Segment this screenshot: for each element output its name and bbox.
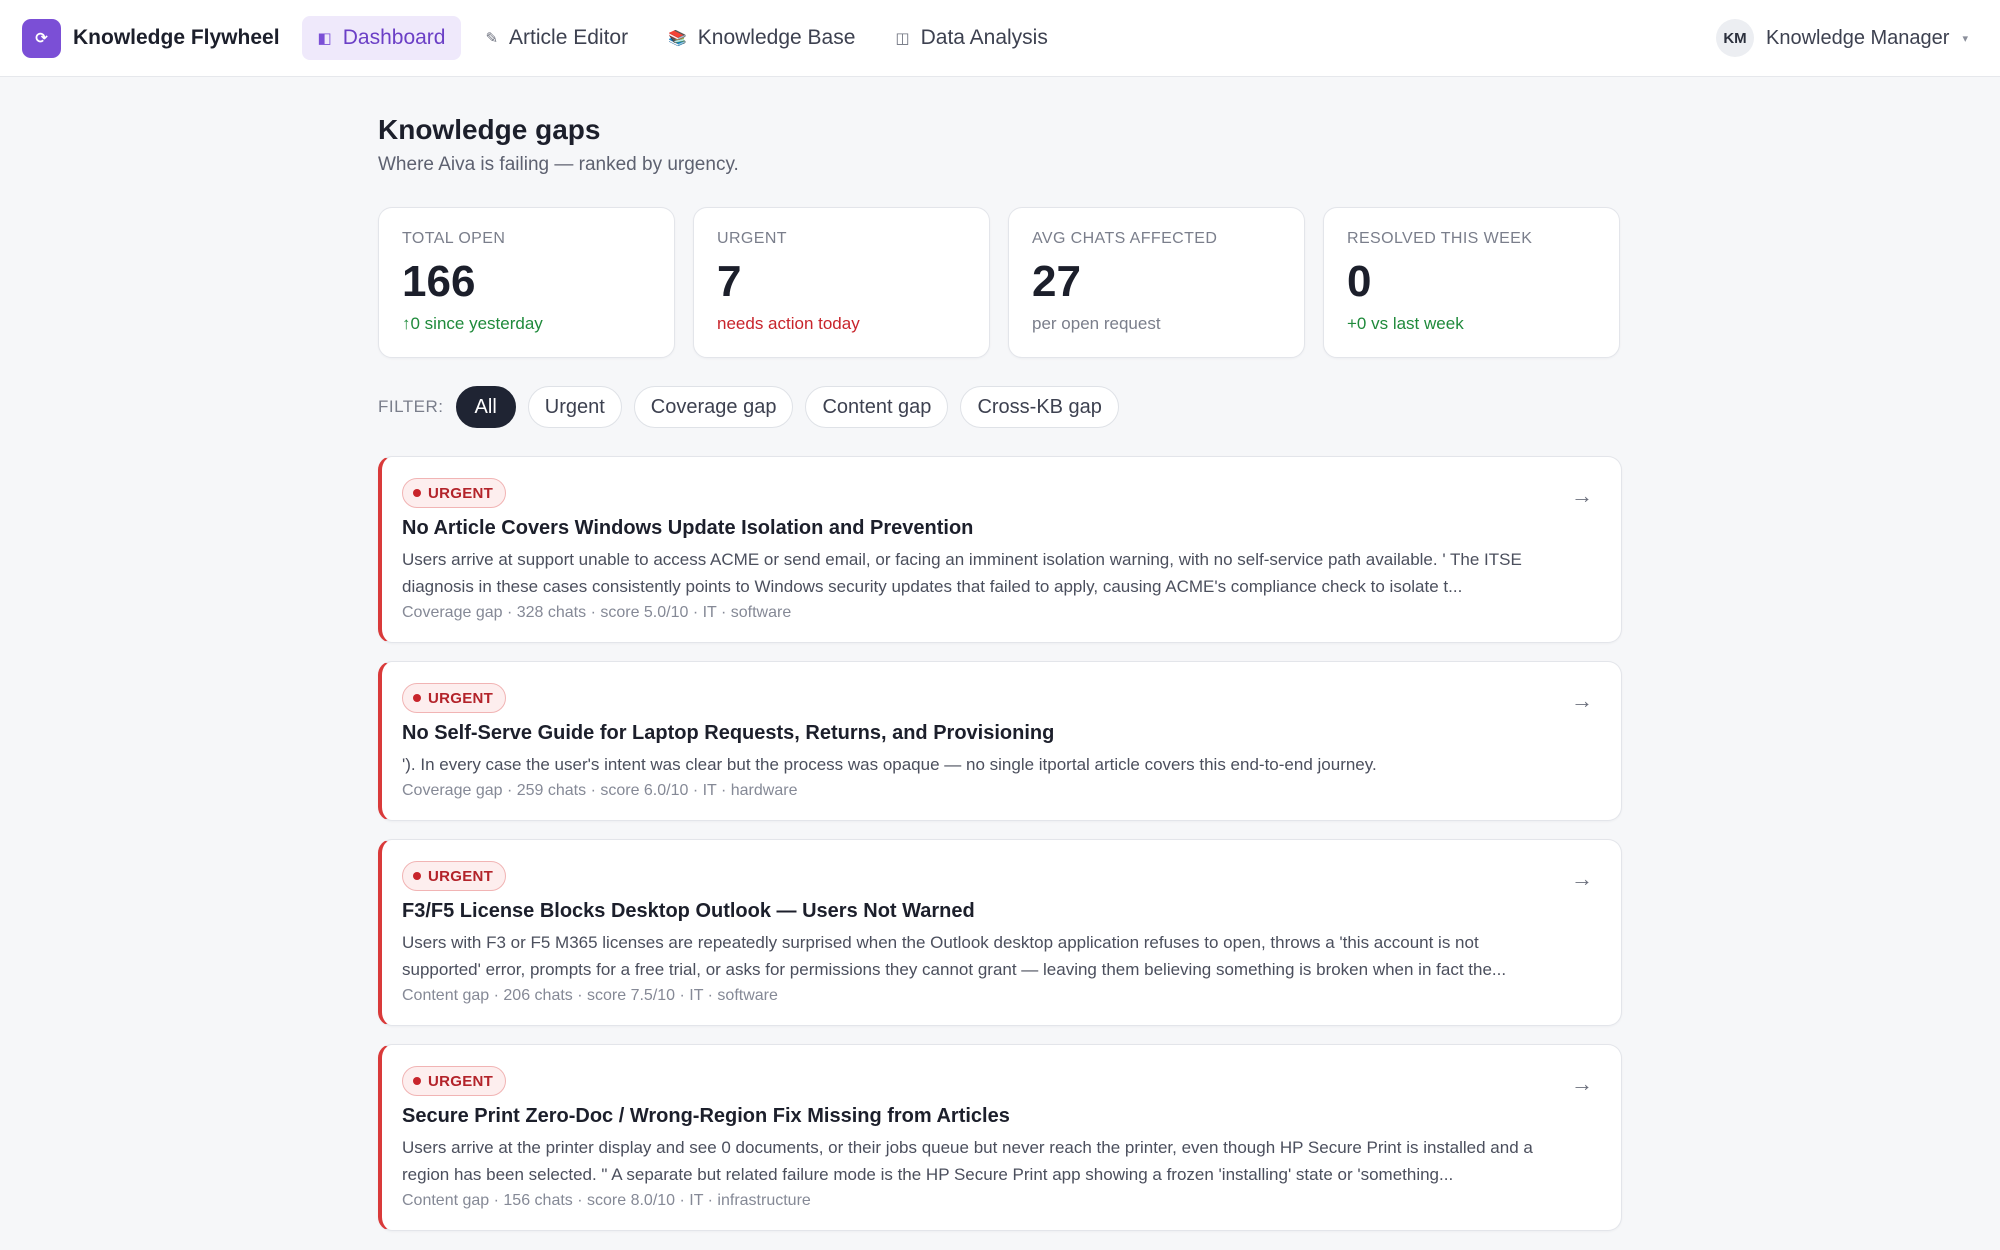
avatar: KM bbox=[1716, 19, 1754, 57]
arrow-right-icon[interactable]: → bbox=[1571, 688, 1593, 714]
app-logo-icon: ⟳ bbox=[22, 18, 61, 58]
stat-value: 27 bbox=[1032, 257, 1081, 306]
gap-card[interactable]: URGENT No Self-Serve Guide for Laptop Re… bbox=[378, 661, 1622, 821]
badge-label: URGENT bbox=[428, 484, 494, 502]
user-name: Knowledge Manager bbox=[1766, 26, 1950, 49]
filter-chip-coverage-gap[interactable]: Coverage gap bbox=[633, 386, 794, 428]
stat-note: ↑0 since yesterday bbox=[402, 314, 543, 333]
badge-label: URGENT bbox=[428, 1072, 494, 1090]
filter-chip-all[interactable]: All bbox=[455, 386, 516, 428]
stat-card-urgent: URGENT 7 needs action today bbox=[693, 207, 990, 358]
nav-item-article-editor[interactable]: ✎ Article Editor bbox=[469, 16, 644, 60]
brand[interactable]: ⟳ Knowledge Flywheel bbox=[22, 18, 280, 58]
stat-card-avg-chats-affected: AVG CHATS AFFECTED 27 per open request bbox=[1008, 207, 1305, 358]
stat-note: needs action today bbox=[717, 314, 860, 333]
gap-meta: Content gap · 206 chats · score 7.5/10 ·… bbox=[402, 987, 778, 1004]
gap-description: Users arrive at support unable to access… bbox=[402, 550, 1522, 596]
dot-icon bbox=[413, 1077, 421, 1085]
arrow-right-icon[interactable]: → bbox=[1571, 866, 1593, 892]
gap-description: Users with F3 or F5 M365 licenses are re… bbox=[402, 933, 1507, 979]
filter-chip-urgent[interactable]: Urgent bbox=[527, 386, 622, 428]
stat-label: AVG CHATS AFFECTED bbox=[1032, 230, 1218, 247]
gap-title: Secure Print Zero-Doc / Wrong-Region Fix… bbox=[402, 1105, 1010, 1127]
gap-title: No Article Covers Windows Update Isolati… bbox=[402, 517, 974, 539]
gap-card[interactable]: URGENT No Article Covers Windows Update … bbox=[378, 456, 1622, 643]
gap-list: URGENT No Article Covers Windows Update … bbox=[378, 456, 1622, 1231]
books-icon: 📚 bbox=[668, 30, 687, 47]
chevron-down-icon: ▾ bbox=[1962, 32, 1968, 45]
dashboard-icon: ◧ bbox=[317, 30, 332, 47]
nav-item-label: Dashboard bbox=[342, 26, 446, 49]
nav-item-data-analysis[interactable]: ◫ Data Analysis bbox=[879, 16, 1063, 60]
stat-value: 7 bbox=[717, 257, 742, 306]
urgent-badge: URGENT bbox=[402, 683, 507, 713]
gap-card[interactable]: URGENT F3/F5 License Blocks Desktop Outl… bbox=[378, 839, 1622, 1026]
dot-icon bbox=[413, 694, 421, 702]
gap-title: No Self-Serve Guide for Laptop Requests,… bbox=[402, 722, 1055, 744]
stat-label: RESOLVED THIS WEEK bbox=[1347, 230, 1533, 247]
dot-icon bbox=[413, 872, 421, 880]
filter-chip-content-gap[interactable]: Content gap bbox=[805, 386, 949, 428]
main-nav: ◧ Dashboard ✎ Article Editor 📚 Knowledge… bbox=[301, 16, 1064, 60]
filter-bar: FILTER: All Urgent Coverage gap Content … bbox=[378, 386, 1622, 428]
arrow-right-icon[interactable]: → bbox=[1571, 483, 1593, 509]
stat-value: 166 bbox=[402, 257, 476, 306]
gap-meta: Content gap · 156 chats · score 8.0/10 ·… bbox=[402, 1192, 811, 1209]
stats-row: TOTAL OPEN 166 ↑0 since yesterday URGENT… bbox=[378, 207, 1622, 358]
stat-label: URGENT bbox=[717, 230, 787, 247]
urgent-badge: URGENT bbox=[402, 1066, 507, 1096]
nav-item-knowledge-base[interactable]: 📚 Knowledge Base bbox=[652, 16, 871, 60]
badge-label: URGENT bbox=[428, 867, 494, 885]
stat-label: TOTAL OPEN bbox=[402, 230, 506, 247]
gap-meta: Coverage gap · 328 chats · score 5.0/10 … bbox=[402, 604, 792, 621]
nav-item-dashboard[interactable]: ◧ Dashboard bbox=[301, 16, 462, 60]
nav-item-label: Article Editor bbox=[509, 26, 629, 49]
stat-note: +0 vs last week bbox=[1347, 314, 1464, 333]
pencil-icon: ✎ bbox=[485, 30, 499, 47]
dot-icon bbox=[413, 489, 421, 497]
urgent-badge: URGENT bbox=[402, 861, 507, 891]
gap-title: F3/F5 License Blocks Desktop Outlook — U… bbox=[402, 900, 975, 922]
nav-item-label: Knowledge Base bbox=[697, 26, 856, 49]
main-content: Knowledge gaps Where Aiva is failing — r… bbox=[378, 77, 1622, 1231]
columns-icon: ◫ bbox=[895, 30, 910, 47]
gap-card[interactable]: URGENT Secure Print Zero-Doc / Wrong-Reg… bbox=[378, 1044, 1622, 1231]
nav-item-label: Data Analysis bbox=[920, 26, 1048, 49]
stat-card-total-open: TOTAL OPEN 166 ↑0 since yesterday bbox=[378, 207, 675, 358]
filter-label: FILTER: bbox=[378, 397, 444, 416]
top-navigation-bar: ⟳ Knowledge Flywheel ◧ Dashboard ✎ Artic… bbox=[0, 0, 2000, 77]
gap-description: '). In every case the user's intent was … bbox=[402, 755, 1377, 774]
stat-value: 0 bbox=[1347, 257, 1372, 306]
arrow-right-icon[interactable]: → bbox=[1571, 1071, 1593, 1097]
filter-chip-cross-kb-gap[interactable]: Cross-KB gap bbox=[960, 386, 1119, 428]
stat-card-resolved-this-week: RESOLVED THIS WEEK 0 +0 vs last week bbox=[1323, 207, 1620, 358]
app-name: Knowledge Flywheel bbox=[73, 26, 280, 49]
page-subtitle: Where Aiva is failing — ranked by urgenc… bbox=[378, 154, 739, 175]
page-title: Knowledge gaps bbox=[378, 114, 601, 145]
gap-meta: Coverage gap · 259 chats · score 6.0/10 … bbox=[402, 782, 798, 799]
stat-note: per open request bbox=[1032, 314, 1161, 333]
gap-description: Users arrive at the printer display and … bbox=[402, 1138, 1533, 1184]
badge-label: URGENT bbox=[428, 689, 494, 707]
urgent-badge: URGENT bbox=[402, 478, 507, 508]
user-menu[interactable]: KM Knowledge Manager ▾ bbox=[1716, 19, 1968, 57]
